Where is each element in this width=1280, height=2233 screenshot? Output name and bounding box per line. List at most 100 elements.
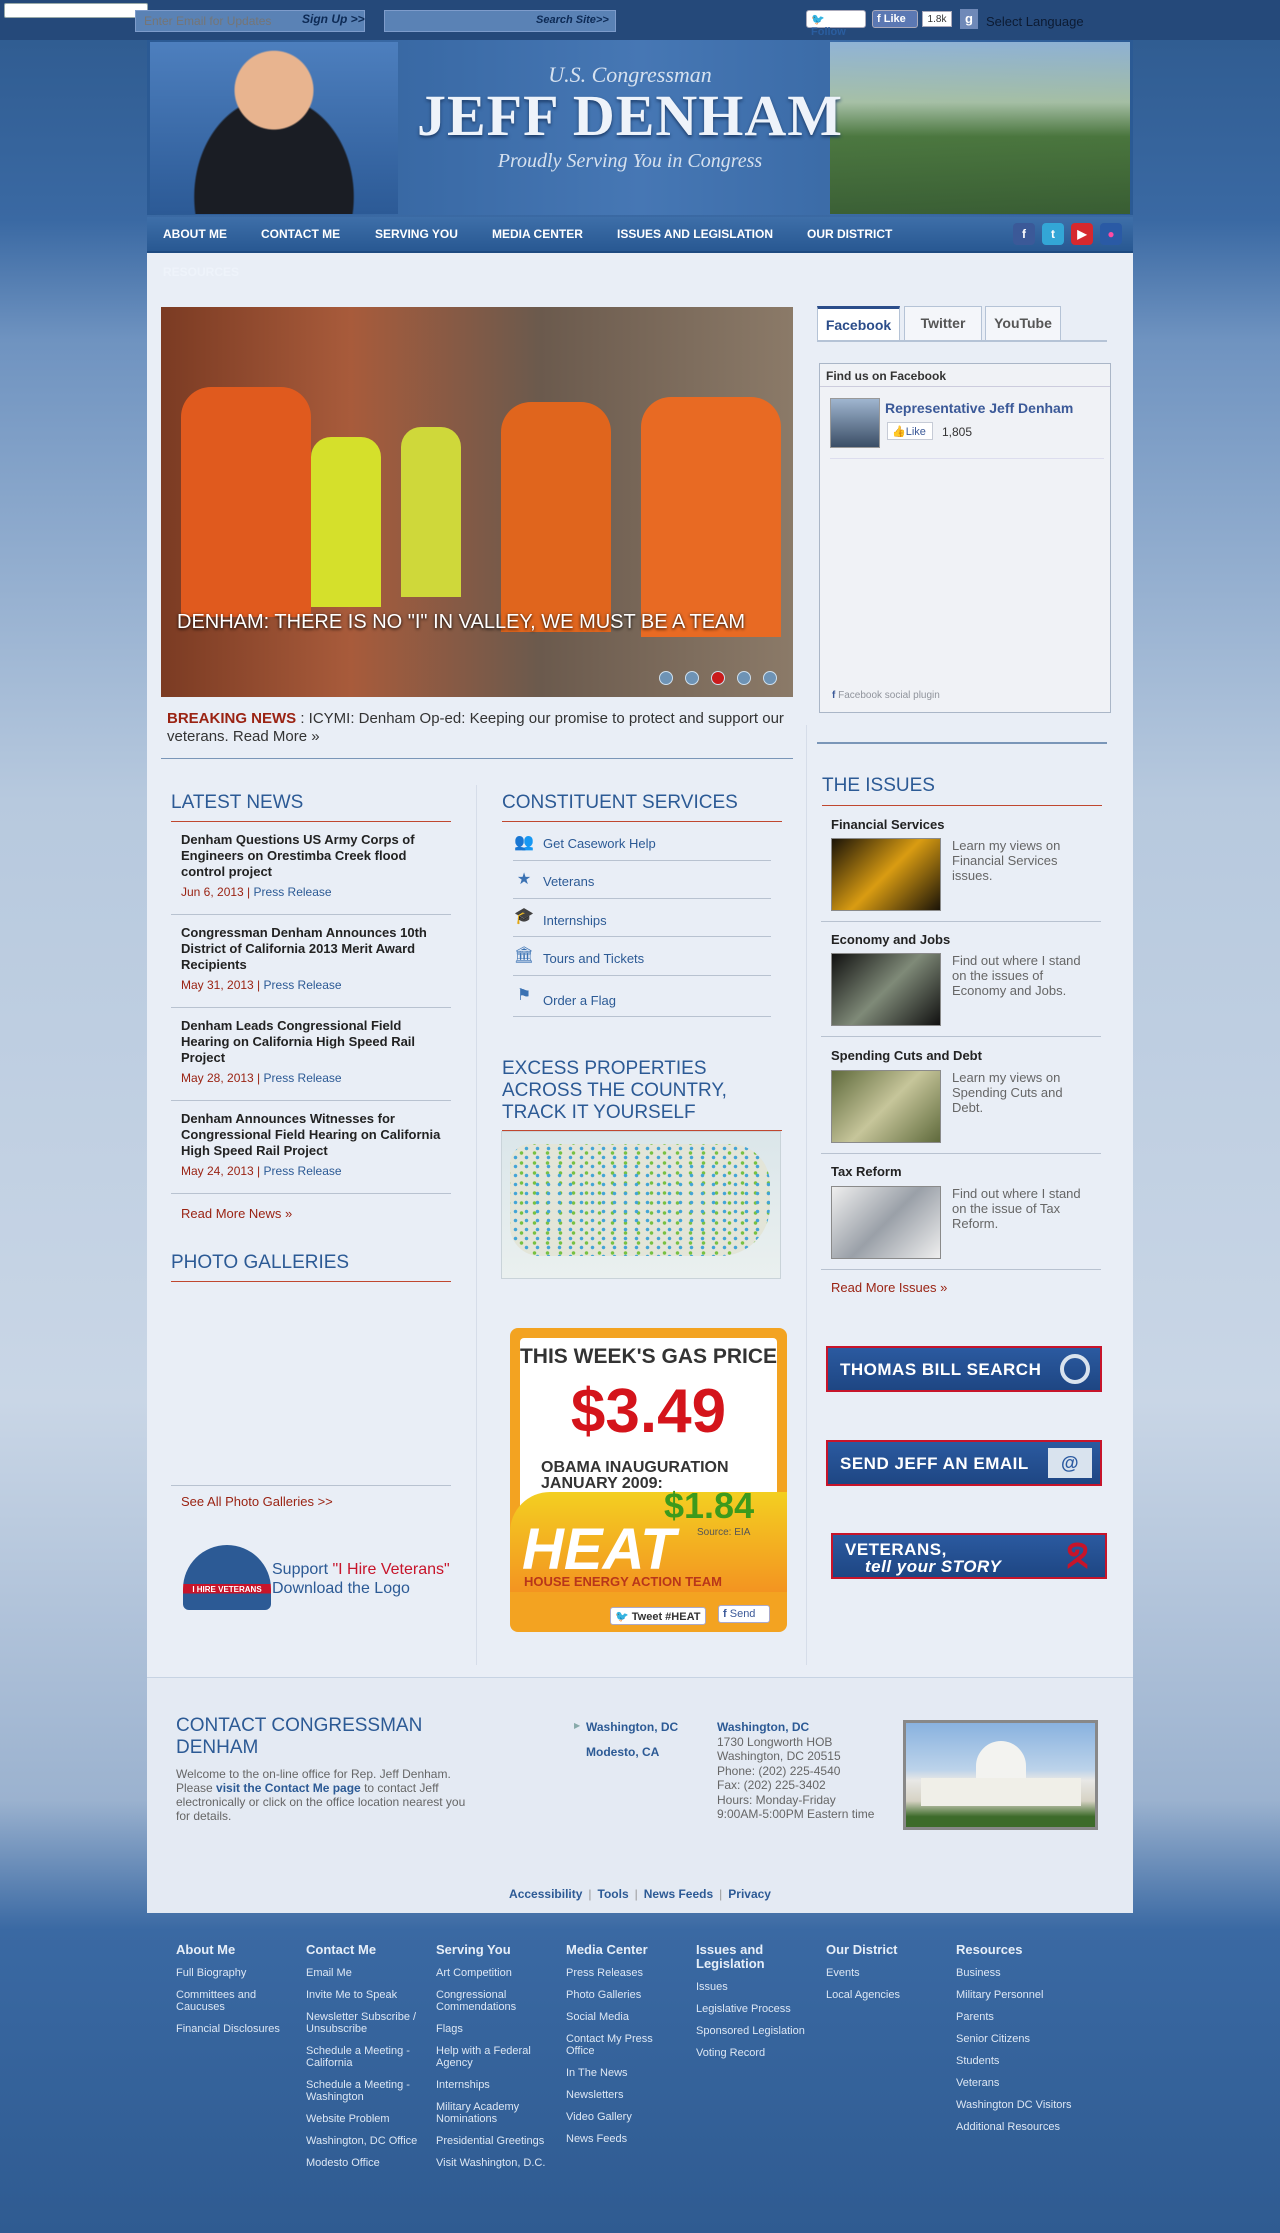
- slide-dot[interactable]: [737, 671, 751, 685]
- slideshow[interactable]: DENHAM: THERE IS NO "I" IN VALLEY, WE MU…: [161, 307, 793, 697]
- facebook-icon[interactable]: f: [1013, 223, 1035, 245]
- footer-link[interactable]: Schedule a Meeting - Washington: [306, 2079, 424, 2103]
- footer-link[interactable]: Business: [956, 1967, 1074, 1979]
- twitter-icon[interactable]: t: [1042, 223, 1064, 245]
- footer-link[interactable]: Internships: [436, 2079, 554, 2091]
- footer-link[interactable]: Congressional Commendations: [436, 1989, 554, 2013]
- footer-link[interactable]: Committees and Caucuses: [176, 1989, 294, 2013]
- news-item-type[interactable]: Press Release: [254, 885, 332, 899]
- privacy-link[interactable]: Privacy: [728, 1887, 771, 1901]
- footer-link[interactable]: Financial Disclosures: [176, 2023, 294, 2035]
- news-item-title[interactable]: Denham Announces Witnesses for Congressi…: [181, 1111, 441, 1159]
- facebook-profile-picture[interactable]: [830, 398, 880, 448]
- cs-veterans-link[interactable]: Veterans: [543, 874, 594, 889]
- tab-youtube[interactable]: YouTube: [985, 306, 1061, 341]
- footer-link[interactable]: Newsletters: [566, 2089, 684, 2101]
- nav-our-district[interactable]: OUR DISTRICT: [807, 227, 892, 241]
- footer-link[interactable]: Press Releases: [566, 1967, 684, 1979]
- footer-link[interactable]: Social Media: [566, 2011, 684, 2023]
- footer-link[interactable]: Students: [956, 2055, 1074, 2067]
- contact-me-link[interactable]: visit the Contact Me page: [216, 1781, 361, 1795]
- flickr-icon[interactable]: ●: [1100, 223, 1122, 245]
- facebook-plugin-label[interactable]: f Facebook social plugin: [832, 690, 940, 701]
- issue-title[interactable]: Spending Cuts and Debt: [831, 1048, 982, 1063]
- header-name[interactable]: JEFF DENHAM: [345, 82, 915, 149]
- tweet-heat-button[interactable]: 🐦 Tweet #HEAT: [610, 1607, 706, 1625]
- cs-internships-link[interactable]: Internships: [543, 913, 607, 928]
- footer-link[interactable]: Website Problem: [306, 2113, 424, 2125]
- footer-link[interactable]: Senior Citizens: [956, 2033, 1074, 2045]
- footer-link[interactable]: In The News: [566, 2067, 684, 2079]
- footer-link[interactable]: Military Academy Nominations: [436, 2101, 554, 2125]
- slide-caption[interactable]: DENHAM: THERE IS NO "I" IN VALLEY, WE MU…: [177, 611, 745, 634]
- nav-contact-me[interactable]: CONTACT ME: [261, 227, 340, 241]
- nav-about-me[interactable]: ABOUT ME: [163, 227, 227, 241]
- veterans-story-button[interactable]: VETERANS, tell your STORY ᘝ: [831, 1533, 1107, 1579]
- news-item-title[interactable]: Denham Questions US Army Corps of Engine…: [181, 832, 441, 880]
- slide-dot-active[interactable]: [711, 671, 725, 685]
- news-item-title[interactable]: Denham Leads Congressional Field Hearing…: [181, 1018, 441, 1066]
- footer-link[interactable]: Newsletter Subscribe / Unsubscribe: [306, 2011, 424, 2035]
- select-language-link[interactable]: Select Language: [986, 14, 1084, 29]
- issue-title[interactable]: Economy and Jobs: [831, 932, 950, 947]
- footer-link[interactable]: Parents: [956, 2011, 1074, 2023]
- slide-dot[interactable]: [685, 671, 699, 685]
- footer-link[interactable]: Contact My Press Office: [566, 2033, 684, 2057]
- issue-image[interactable]: [831, 1186, 941, 1259]
- excess-properties-heading[interactable]: EXCESS PROPERTIES ACROSS THE COUNTRY, TR…: [502, 1058, 742, 1124]
- footer-link[interactable]: Washington, DC Office: [306, 2135, 424, 2147]
- facebook-like-button[interactable]: f Like: [872, 10, 918, 28]
- footer-link[interactable]: Military Personnel: [956, 1989, 1074, 2001]
- issue-title[interactable]: Tax Reform: [831, 1164, 902, 1179]
- signup-button[interactable]: Sign Up >>: [302, 12, 365, 26]
- office-tab-modesto[interactable]: Modesto, CA: [586, 1745, 659, 1759]
- footer-link[interactable]: Photo Galleries: [566, 1989, 684, 2001]
- read-more-issues-link[interactable]: Read More Issues »: [831, 1280, 947, 1295]
- footer-link[interactable]: News Feeds: [566, 2133, 684, 2145]
- hire-veterans-link[interactable]: Support "I Hire Veterans" Download the Lo…: [272, 1560, 450, 1598]
- news-item-type[interactable]: Press Release: [264, 1164, 342, 1178]
- issue-image[interactable]: [831, 838, 941, 911]
- issue-image[interactable]: [831, 953, 941, 1026]
- news-item-type[interactable]: Press Release: [264, 1071, 342, 1085]
- accessibility-link[interactable]: Accessibility: [509, 1887, 582, 1901]
- tab-twitter[interactable]: Twitter: [904, 306, 982, 341]
- footer-link[interactable]: Visit Washington, D.C.: [436, 2157, 554, 2169]
- office-tab-washington[interactable]: Washington, DC: [586, 1720, 678, 1734]
- nav-serving-you[interactable]: SERVING YOU: [375, 227, 458, 241]
- nav-media-center[interactable]: MEDIA CENTER: [492, 227, 583, 241]
- footer-link[interactable]: Veterans: [956, 2077, 1074, 2089]
- read-more-news-link[interactable]: Read More News »: [181, 1206, 292, 1221]
- footer-link[interactable]: Events: [826, 1967, 944, 1979]
- slide-dot[interactable]: [763, 671, 777, 685]
- footer-link[interactable]: Issues: [696, 1981, 814, 1993]
- news-feeds-link[interactable]: News Feeds: [644, 1887, 713, 1901]
- footer-link[interactable]: Email Me: [306, 1967, 424, 1979]
- thomas-bill-search-button[interactable]: THOMAS BILL SEARCH: [826, 1346, 1102, 1392]
- cs-casework-link[interactable]: Get Casework Help: [543, 836, 656, 851]
- tab-facebook[interactable]: Facebook: [817, 306, 900, 341]
- footer-link[interactable]: Schedule a Meeting - California: [306, 2045, 424, 2069]
- footer-link[interactable]: Video Gallery: [566, 2111, 684, 2123]
- excess-properties-map[interactable]: [501, 1131, 781, 1279]
- cs-tours-link[interactable]: Tours and Tickets: [543, 951, 644, 966]
- footer-link[interactable]: Invite Me to Speak: [306, 1989, 424, 2001]
- google-translate-icon[interactable]: g: [960, 9, 978, 29]
- see-all-galleries-link[interactable]: See All Photo Galleries >>: [181, 1494, 333, 1509]
- twitter-follow-button[interactable]: 🐦 Follow: [806, 10, 866, 38]
- slide-dot[interactable]: [659, 671, 673, 685]
- footer-link[interactable]: Sponsored Legislation: [696, 2025, 814, 2037]
- footer-link[interactable]: Help with a Federal Agency: [436, 2045, 554, 2069]
- tools-link[interactable]: Tools: [598, 1887, 629, 1901]
- footer-link[interactable]: Modesto Office: [306, 2157, 424, 2169]
- nav-issues-legislation[interactable]: ISSUES AND LEGISLATION: [617, 227, 773, 241]
- news-item-type[interactable]: Press Release: [264, 978, 342, 992]
- breaking-news[interactable]: BREAKING NEWS : ICYMI: Denham Op-ed: Kee…: [167, 710, 787, 746]
- send-jeff-email-button[interactable]: SEND JEFF AN EMAIL @: [826, 1440, 1102, 1486]
- news-item-title[interactable]: Congressman Denham Announces 10th Distri…: [181, 925, 441, 973]
- facebook-send-button[interactable]: f Send: [718, 1605, 770, 1623]
- footer-link[interactable]: Presidential Greetings: [436, 2135, 554, 2147]
- footer-link[interactable]: Flags: [436, 2023, 554, 2035]
- footer-link[interactable]: Art Competition: [436, 1967, 554, 1979]
- cs-flag-link[interactable]: Order a Flag: [543, 993, 616, 1008]
